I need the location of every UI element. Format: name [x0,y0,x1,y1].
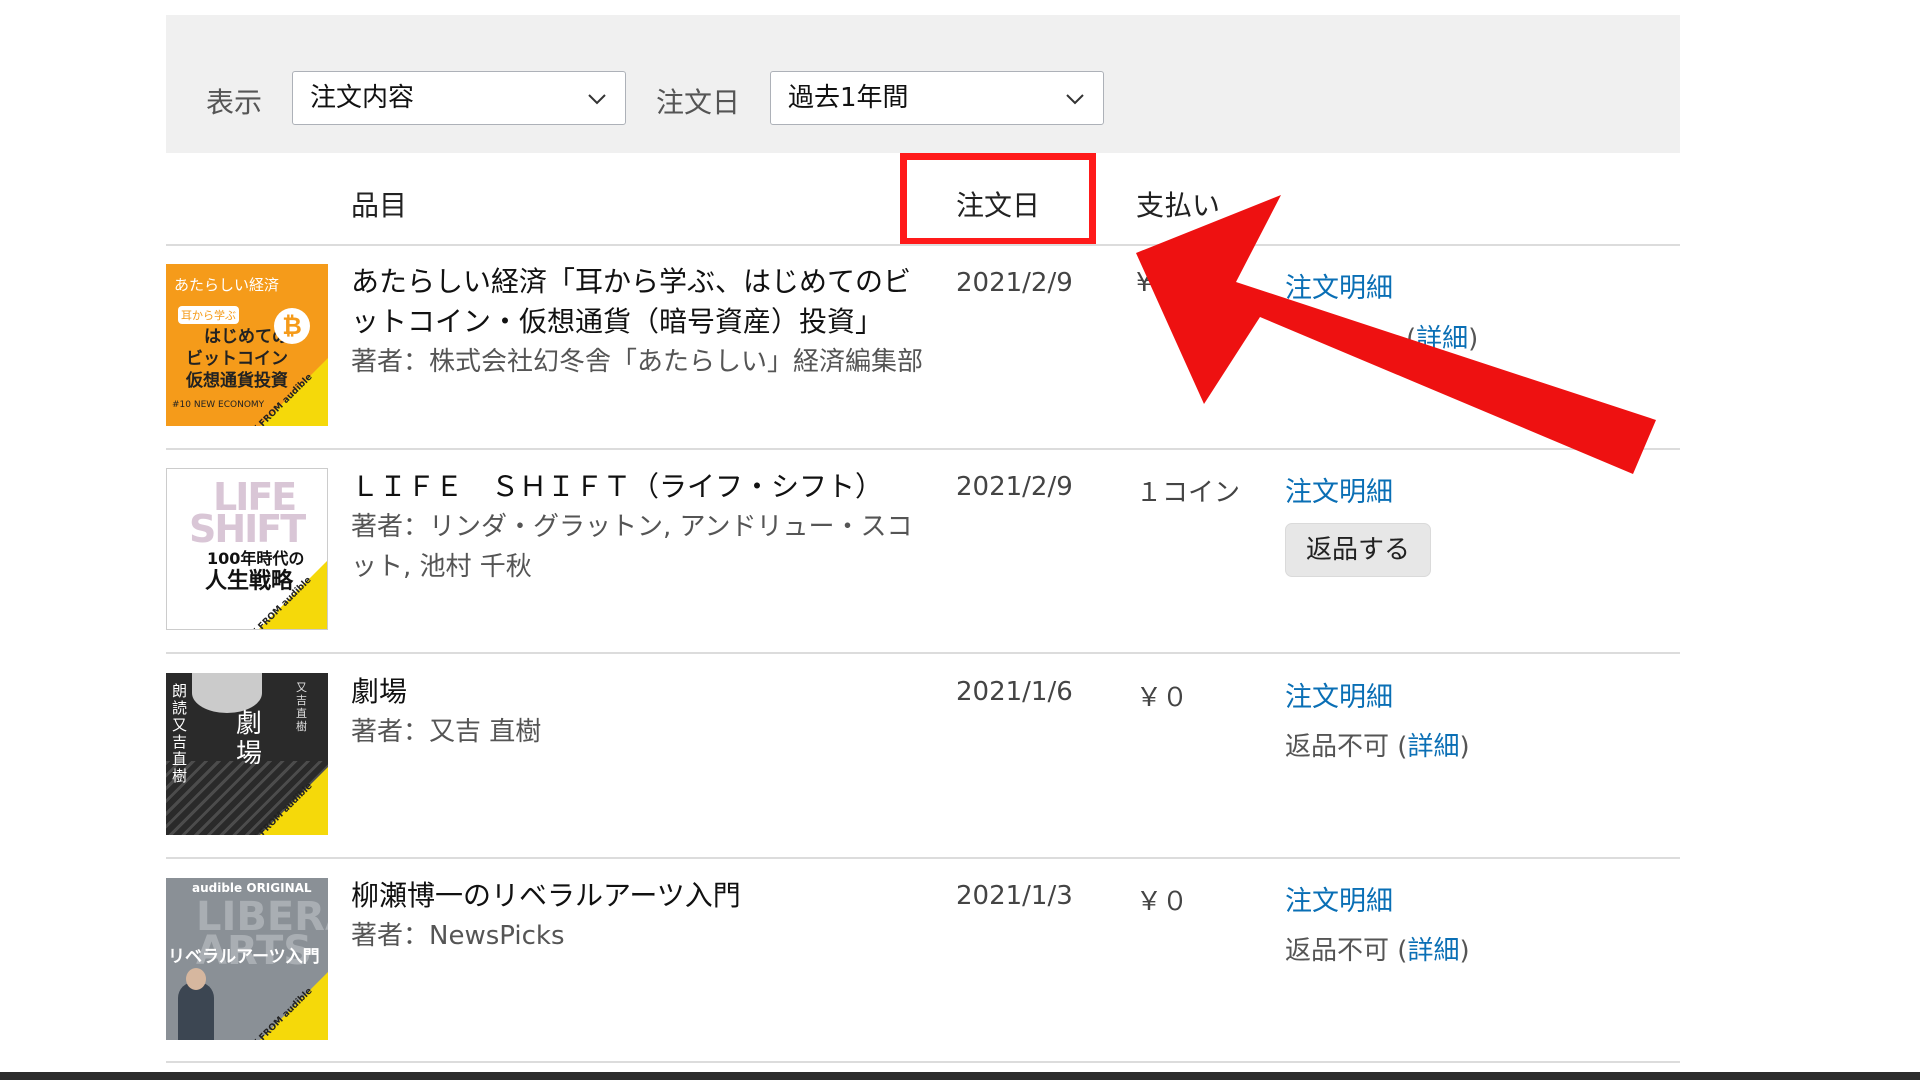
highlight-box [900,153,1096,245]
order-date: 2021/1/3 [956,881,1073,911]
paren: ( [1397,936,1408,966]
payment: １コイン [1136,478,1241,508]
column-header-item: 品目 [351,189,408,222]
paren: ( [1406,324,1417,354]
cover-text: 又吉直樹 [296,681,307,733]
item-author: 著者：株式会社幻冬舎「あたらしい」経済編集部 [351,347,924,377]
detail-link[interactable]: 詳細 [1407,936,1459,966]
paren: ) [1459,936,1470,966]
item-author: 著者：NewsPicks [351,921,565,951]
cover-art [186,968,206,990]
cover-text: #10 NEW ECONOMY [172,400,265,410]
item-title[interactable]: ＬＩＦＥ ＳＨＩＦＴ（ライフ・シフト） [351,467,931,507]
date-range-value: 過去1年間 [788,83,909,113]
item-title[interactable]: 劇場 [351,672,931,712]
filter-bar: 表示 注文内容 注文日 過去1年間 [166,15,1680,153]
row-divider [166,652,1680,654]
order-date: 2021/2/9 [956,472,1073,502]
payment: ￥０ [1136,683,1189,713]
cover-image[interactable]: あたらしい経済 耳から学ぶ はじめての ₿ ビットコイン 仮想通貨投資 #10 … [166,264,328,426]
payment: ¥ [1136,268,1153,298]
row-divider [166,448,1680,450]
order-date: 2021/2/9 [956,268,1073,298]
item-author: 著者：リンダ・グラットン, アンドリュー・スコット, 池村 千秋 [351,512,913,582]
cover-text: audible ORIGINAL [192,881,312,895]
cover-text: 朗読又吉直樹 [172,682,188,785]
non-returnable-text: 返品不可 [1285,732,1390,762]
row-divider [166,1061,1680,1063]
paren: ( [1397,732,1408,762]
detail-link[interactable]: 詳細 [1416,324,1468,354]
cover-text: 劇場 [236,709,263,769]
bitcoin-icon: ₿ [274,308,310,344]
cover-image[interactable]: 朗読又吉直樹 劇場 又吉直樹 ONLY FROM audible [166,673,328,835]
cover-image[interactable]: LIFE SHIFT 100年時代の 人生戦略 ONLY FROM audibl… [166,468,328,630]
row-divider [166,857,1680,859]
chevron-down-icon [587,89,607,109]
cover-art [192,673,262,713]
payment: ￥０ [1136,887,1189,917]
orders-page: 表示 注文内容 注文日 過去1年間 品目 注文日 支払い あたらしい経済 耳から… [0,0,1920,1080]
paren: ) [1468,324,1479,354]
return-note: 返品不可 (詳細) [1285,726,1470,763]
detail-link-wrapper: (詳細) [1406,318,1478,355]
non-returnable-text: 返品不可 [1285,936,1390,966]
cover-art [178,982,214,1040]
cover-image[interactable]: LIBERAL ARTS audible ORIGINAL リベラルアーツ入門 … [166,878,328,1040]
chevron-down-icon [1065,89,1085,109]
cover-text: あたらしい経済 [174,276,280,294]
order-detail-link[interactable]: 注文明細 [1285,266,1393,305]
date-range-select[interactable]: 過去1年間 [770,71,1104,125]
item-title[interactable]: あたらしい経済「耳から学ぶ、はじめてのビットコイン・仮想通貨（暗号資産）投資」 [351,262,931,342]
date-filter-label: 注文日 [656,86,741,119]
cover-text: リベラルアーツ入門 [168,947,320,967]
display-select-value: 注文内容 [310,83,415,113]
item-title[interactable]: 柳瀬博一のリベラルアーツ入門 [351,876,931,916]
header-divider [166,244,1680,246]
order-date: 2021/1/6 [956,677,1073,707]
display-select[interactable]: 注文内容 [292,71,626,125]
paren: ) [1459,732,1470,762]
order-detail-link[interactable]: 注文明細 [1285,470,1393,509]
column-header-payment: 支払い [1136,189,1221,222]
item-author: 著者：又吉 直樹 [351,717,542,747]
order-detail-link[interactable]: 注文明細 [1285,675,1393,714]
bottom-strip [0,1072,1920,1080]
order-detail-link[interactable]: 注文明細 [1285,879,1393,918]
display-label: 表示 [206,86,263,119]
return-note: 返品不可 (詳細) [1285,930,1470,967]
detail-link[interactable]: 詳細 [1407,732,1459,762]
return-button[interactable]: 返品する [1285,523,1431,577]
